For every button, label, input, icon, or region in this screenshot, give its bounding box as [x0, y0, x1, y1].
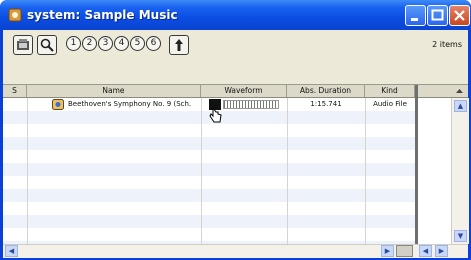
maximize-button[interactable]	[427, 5, 448, 26]
split-handle[interactable]	[396, 245, 413, 257]
view-3-button[interactable]: 3	[98, 36, 113, 51]
minimize-icon	[411, 18, 418, 21]
sort-button[interactable]	[169, 35, 189, 55]
scroll-right-button-2[interactable]: ▶	[435, 245, 448, 257]
vertical-scrollbar[interactable]: ▲ ▼	[451, 98, 469, 244]
app-window: system: Sample Music 1 2 3 4 5 6 2 items…	[0, 0, 471, 260]
hand-cursor-icon	[209, 107, 222, 123]
title-bar[interactable]: system: Sample Music	[0, 0, 471, 30]
window-title: system: Sample Music	[27, 8, 178, 22]
close-icon	[454, 10, 465, 21]
view-1-button[interactable]: 1	[66, 36, 81, 51]
bin-icon	[17, 39, 29, 50]
column-divider	[365, 98, 366, 244]
scroll-up-button[interactable]: ▲	[454, 100, 467, 112]
table-row[interactable]	[3, 163, 415, 176]
clip-table: S Name Waveform Abs. Duration Kind Beeth…	[3, 85, 469, 258]
view-6-button[interactable]: 6	[146, 36, 161, 51]
maximize-icon	[431, 9, 444, 21]
window-content: 1 2 3 4 5 6 2 items S Name Waveform Abs.…	[3, 30, 469, 258]
audio-clip-icon	[52, 99, 64, 110]
scroll-right-button[interactable]: ▶	[381, 245, 394, 257]
column-header-extra	[418, 85, 451, 97]
table-row[interactable]	[3, 189, 415, 202]
table-row[interactable]	[3, 215, 415, 228]
column-header-waveform[interactable]: Waveform	[201, 85, 287, 97]
scroll-left-button-2[interactable]: ◀	[419, 245, 432, 257]
view-selector-group: 1 2 3 4 5 6	[66, 36, 161, 51]
column-divider	[27, 98, 28, 244]
column-header-s[interactable]: S	[3, 85, 27, 97]
search-icon	[40, 38, 54, 52]
item-count: 2 items	[432, 40, 462, 49]
column-divider	[201, 98, 202, 244]
search-button[interactable]	[37, 35, 57, 55]
clip-name: Beethoven's Symphony No. 9 (Sch.	[68, 100, 192, 108]
close-button[interactable]	[449, 5, 470, 26]
view-2-button[interactable]: 2	[82, 36, 97, 51]
app-icon	[8, 8, 22, 22]
scroll-up-icon[interactable]	[451, 85, 468, 97]
table-row[interactable]	[3, 137, 415, 150]
view-5-button[interactable]: 5	[130, 36, 145, 51]
clip-duration: 1:15.741	[310, 100, 342, 108]
table-header: S Name Waveform Abs. Duration Kind	[3, 85, 468, 98]
table-body: Beethoven's Symphony No. 9 (Sch. 1:15.74…	[3, 98, 415, 244]
column-divider	[287, 98, 288, 244]
bin-view-button[interactable]	[13, 35, 33, 55]
toolbar: 1 2 3 4 5 6 2 items	[3, 30, 468, 85]
horizontal-scrollbar[interactable]: ◀ ▶ ◀ ▶	[3, 244, 468, 258]
column-header-kind[interactable]: Kind	[365, 85, 415, 97]
column-header-name[interactable]: Name	[27, 85, 201, 97]
pane-splitter[interactable]	[415, 85, 418, 257]
view-4-button[interactable]: 4	[114, 36, 129, 51]
column-header-duration[interactable]: Abs. Duration	[287, 85, 365, 97]
scroll-left-button[interactable]: ◀	[5, 245, 18, 257]
arrow-up-icon	[175, 39, 183, 51]
scroll-down-button[interactable]: ▼	[454, 230, 467, 242]
waveform-thumbnail[interactable]	[223, 100, 279, 109]
table-row[interactable]: Beethoven's Symphony No. 9 (Sch. 1:15.74…	[3, 98, 415, 123]
minimize-button[interactable]	[405, 5, 426, 26]
clip-kind: Audio File	[373, 100, 407, 108]
